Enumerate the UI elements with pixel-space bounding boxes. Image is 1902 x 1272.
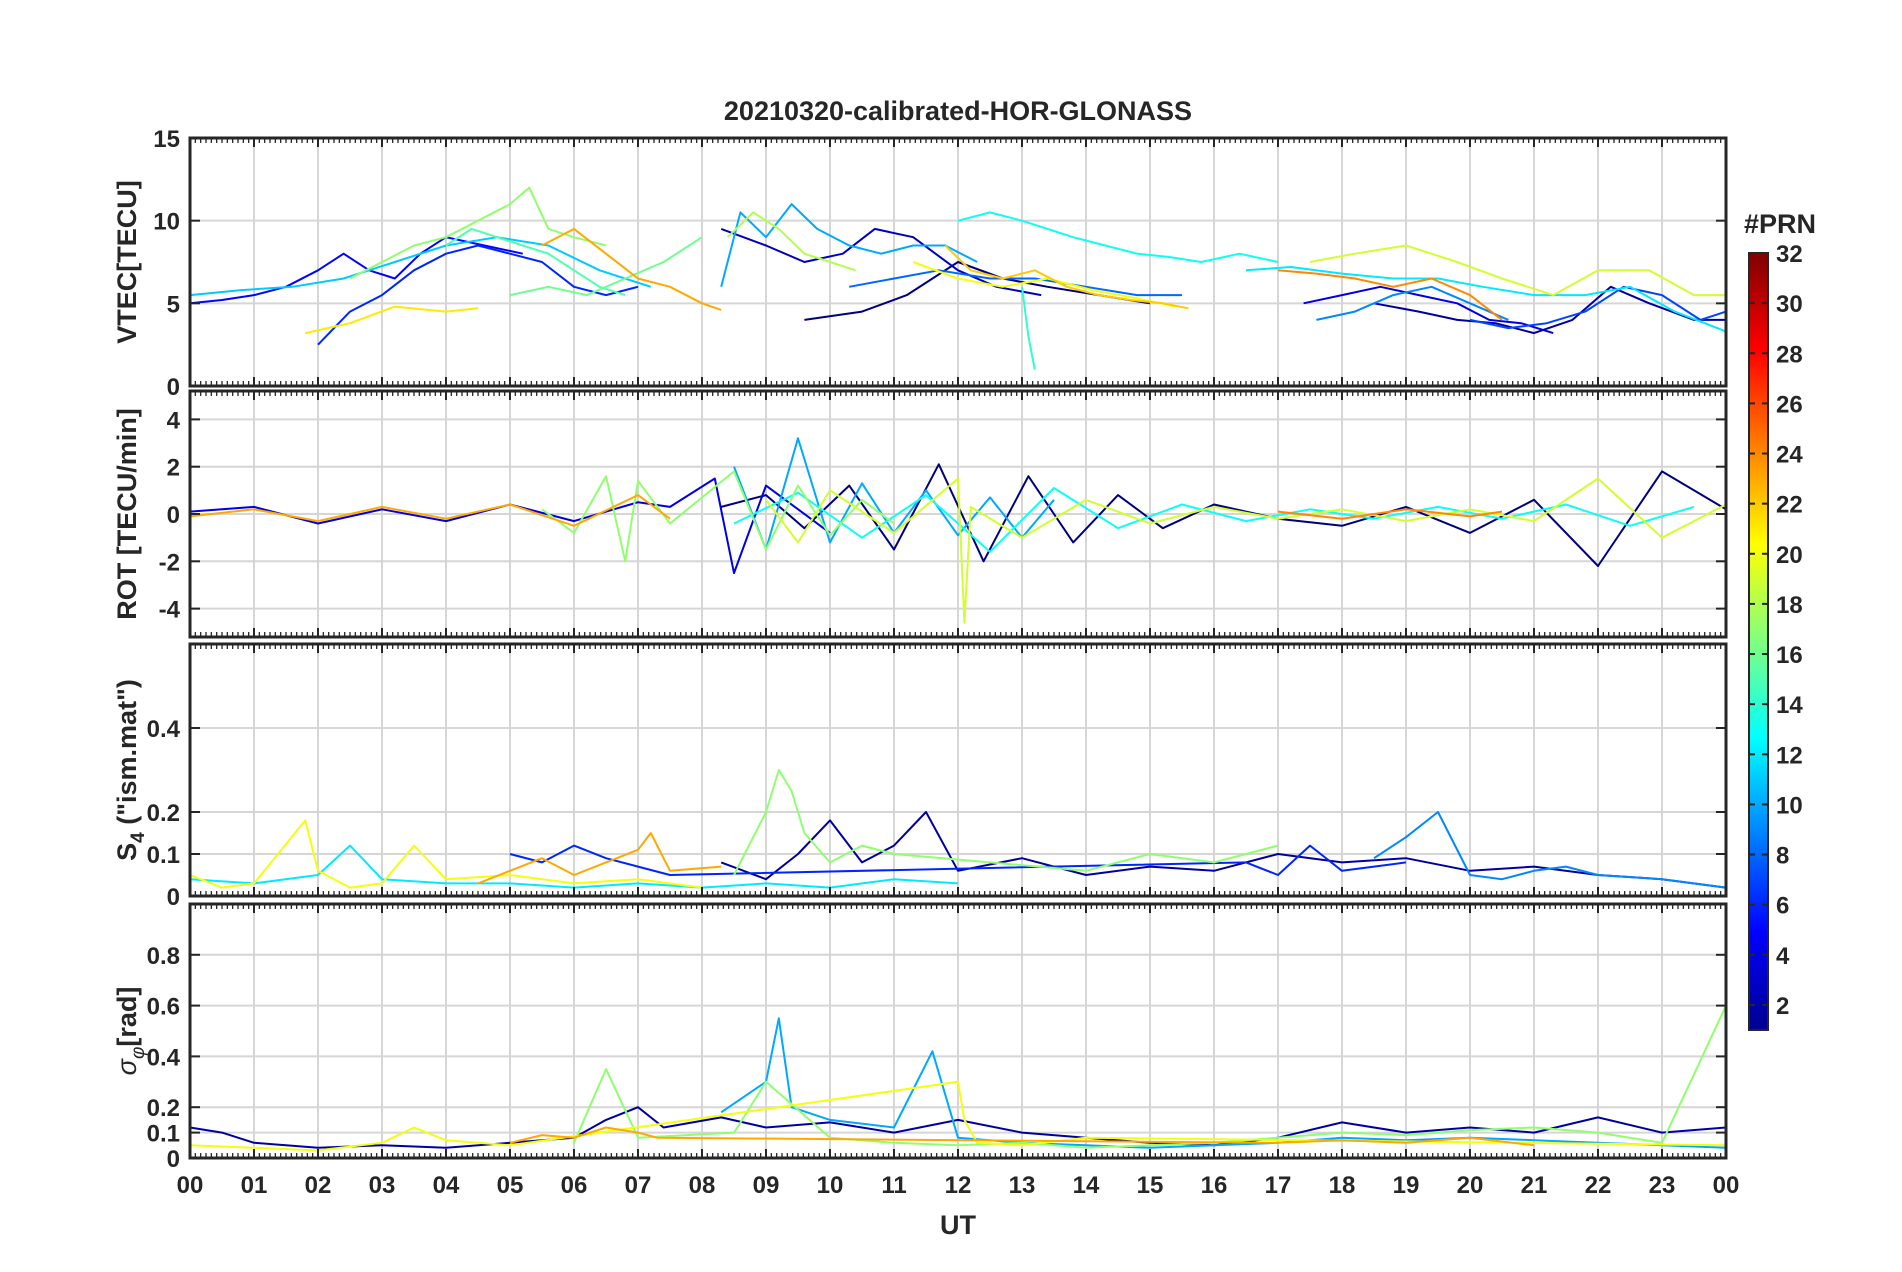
x-tick-label: 22 [1585, 1172, 1612, 1199]
s4-label-rest: ("ism.mat") [112, 679, 142, 832]
x-tick-label: 12 [945, 1172, 972, 1199]
colorbar-tick-label: 6 [1776, 893, 1789, 920]
rot-panel: -4 -2 0 2 4 ROT [TECU/min] [112, 389, 1728, 639]
rot-y-axis-label: ROT [TECU/min] [112, 408, 142, 619]
vtec-y-tick-label: 5 [167, 291, 180, 318]
x-tick-label: 14 [1073, 1172, 1100, 1199]
colorbar-tick-label: 10 [1776, 792, 1803, 819]
x-tick-label: 10 [817, 1172, 844, 1199]
x-tick-label: 09 [753, 1172, 780, 1199]
sigma-phi-y-tick-label: 0.8 [147, 943, 180, 970]
sigma-phi-y-tick-label: 0 [167, 1146, 180, 1173]
colorbar-tick-label: 22 [1776, 492, 1803, 519]
x-tick-label: 20 [1457, 1172, 1484, 1199]
rot-y-tick-label: 2 [167, 455, 180, 482]
sigma-phi-y-tick-label: 0.1 [147, 1121, 180, 1148]
x-tick-label: 11 [881, 1172, 906, 1199]
x-tick-label: 03 [369, 1172, 396, 1199]
x-tick-label: 07 [625, 1172, 652, 1199]
sigma-phi-label-main: σ [112, 1057, 142, 1075]
x-axis-tick-labels: 00 01 02 03 04 05 06 07 08 09 10 11 12 13 14 15 16 17 18 19… [177, 1172, 1740, 1199]
vtec-y-tick-label: 15 [153, 126, 180, 153]
x-tick-label: 05 [497, 1172, 524, 1199]
x-tick-label: 17 [1265, 1172, 1292, 1199]
x-tick-label: 19 [1393, 1172, 1420, 1199]
s4-y-axis-label: S4 ("ism.mat") [112, 679, 149, 861]
colorbar-tick-label: 32 [1776, 241, 1803, 268]
x-tick-label: 00 [177, 1172, 204, 1199]
x-tick-label: 16 [1201, 1172, 1228, 1199]
x-tick-label: 13 [1009, 1172, 1036, 1199]
sigma-phi-y-tick-label: 0.2 [147, 1095, 180, 1122]
x-tick-label: 00 [1713, 1172, 1740, 1199]
colorbar-tick-label: 4 [1776, 943, 1790, 970]
s4-panel: 0 0.1 0.2 0.4 S4 ("ism.mat") [112, 642, 1728, 911]
rot-y-tick-label: 4 [167, 407, 181, 434]
sigma-phi-y-tick-label: 0.6 [147, 994, 180, 1021]
x-tick-label: 21 [1521, 1172, 1548, 1199]
x-tick-label: 08 [689, 1172, 716, 1199]
colorbar-tick-label: 16 [1776, 642, 1803, 669]
colorbar-tick-label: 2 [1776, 993, 1789, 1020]
colorbar-tick-label: 28 [1776, 341, 1803, 368]
colorbar-tick-label: 20 [1776, 542, 1803, 569]
colorbar-gradient [1748, 252, 1769, 1031]
vtec-y-axis-label: VTEC[TECU] [112, 180, 142, 344]
sigma-phi-label-subscript: φ [128, 1047, 149, 1059]
s4-y-tick-label: 0.1 [147, 842, 180, 869]
rot-y-tick-label: 0 [167, 502, 180, 529]
vtec-y-tick-label: 0 [167, 374, 180, 401]
x-tick-label: 06 [561, 1172, 588, 1199]
colorbar: 2468101214161820222426283032 #PRN [1744, 209, 1816, 1031]
x-tick-label: 02 [305, 1172, 332, 1199]
sigma-phi-panel: 00.10.2 0.4 0.6 0.8 σφ[rad] [112, 902, 1728, 1173]
s4-y-tick-label: 0.2 [147, 800, 180, 827]
figure: 20210320-calibrated-HOR-GLONASS 051015 V… [112, 96, 1816, 1240]
colorbar-label: #PRN [1744, 209, 1816, 239]
s4-y-tick-label: 0 [167, 884, 180, 911]
colorbar-tick-label: 26 [1776, 391, 1803, 418]
x-tick-label: 01 [241, 1172, 268, 1199]
vtec-y-tick-label: 10 [153, 209, 180, 236]
x-tick-label: 18 [1329, 1172, 1356, 1199]
colorbar-tick-label: 8 [1776, 843, 1789, 870]
x-tick-label: 23 [1649, 1172, 1676, 1199]
rot-y-tick-label: -2 [159, 549, 180, 576]
colorbar-tick-label: 14 [1776, 692, 1803, 719]
colorbar-tick-label: 30 [1776, 291, 1803, 318]
x-axis-label: UT [940, 1210, 976, 1240]
sigma-phi-y-axis-label: σφ[rad] [112, 987, 149, 1076]
colorbar-tick-label: 24 [1776, 442, 1803, 469]
figure-title: 20210320-calibrated-HOR-GLONASS [724, 96, 1192, 126]
sigma-phi-label-rest: [rad] [112, 987, 142, 1047]
s4-y-tick-label: 0.4 [147, 716, 181, 743]
rot-y-tick-label: -4 [159, 597, 181, 624]
colorbar-tick-label: 12 [1776, 742, 1803, 769]
sigma-phi-y-tick-label: 0.4 [147, 1044, 181, 1071]
x-tick-label: 04 [433, 1172, 460, 1199]
vtec-panel: 0 5 10 15 VTEC[TECU] [112, 126, 1728, 401]
s4-label-subscript: 4 [128, 832, 149, 843]
x-tick-label: 15 [1137, 1172, 1164, 1199]
colorbar-tick-label: 18 [1776, 592, 1803, 619]
s4-label-main: S [112, 843, 142, 861]
